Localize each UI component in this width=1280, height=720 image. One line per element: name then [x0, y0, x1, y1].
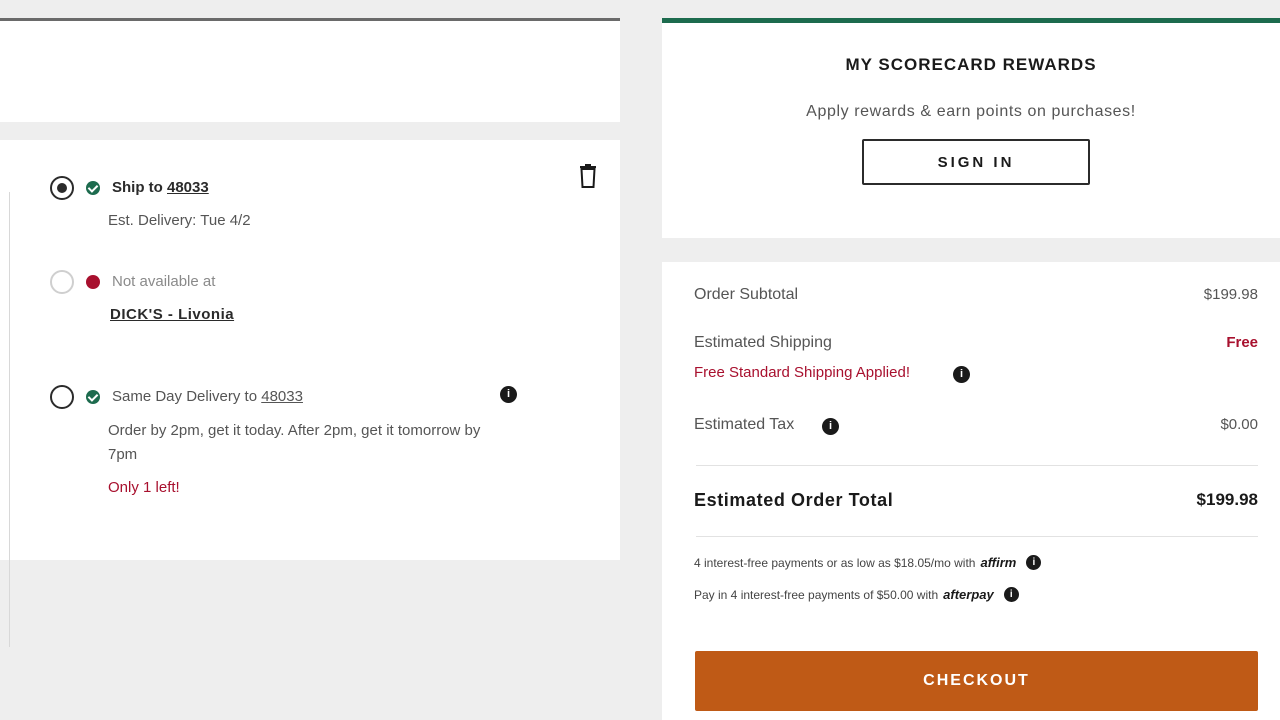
- order-summary-card: Order Subtotal $199.98 Estimated Shippin…: [662, 262, 1280, 720]
- checkout-button[interactable]: CHECKOUT: [695, 651, 1258, 711]
- same-day-zip-link[interactable]: 48033: [261, 388, 303, 405]
- afterpay-logo: afterpay: [943, 587, 994, 602]
- order-total-label: Estimated Order Total: [694, 490, 894, 510]
- cart-item-header-card: [0, 18, 620, 122]
- ship-to-label: Ship to 48033: [112, 179, 209, 196]
- afterpay-text: Pay in 4 interest-free payments of $50.0…: [694, 587, 939, 602]
- affirm-logo: affirm: [980, 555, 1017, 570]
- affirm-message: 4 interest-free payments or as low as $1…: [694, 555, 1042, 570]
- shipping-value: Free: [1226, 334, 1258, 351]
- ship-zip-link[interactable]: 48033: [167, 179, 209, 196]
- pickup-label: Not available at: [112, 273, 216, 290]
- low-stock-message: Only 1 left!: [108, 479, 180, 496]
- sign-in-button[interactable]: SIGN IN: [862, 139, 1090, 185]
- subtotal-label: Order Subtotal: [694, 286, 799, 303]
- info-icon[interactable]: i: [500, 386, 517, 403]
- order-total-value: $199.98: [1196, 490, 1258, 509]
- shipping-info-icon[interactable]: i: [953, 366, 970, 383]
- rewards-title: MY SCORECARD REWARDS: [845, 55, 1097, 74]
- same-day-label: Same Day Delivery to 48033: [112, 388, 303, 405]
- afterpay-message: Pay in 4 interest-free payments of $50.0…: [694, 587, 1019, 602]
- tax-label: Estimated Tax: [694, 416, 795, 433]
- same-day-radio[interactable]: [50, 385, 74, 409]
- trash-icon[interactable]: [578, 164, 598, 188]
- scorecard-rewards-card: MY SCORECARD REWARDS Apply rewards & ear…: [662, 18, 1280, 238]
- shipping-label: Estimated Shipping: [694, 334, 832, 351]
- subtotal-value: $199.98: [1203, 286, 1258, 303]
- divider: [696, 536, 1258, 537]
- store-link[interactable]: DICK'S - Livonia: [110, 306, 234, 323]
- ship-radio[interactable]: [50, 176, 74, 200]
- divider: [9, 192, 10, 647]
- available-check-icon: [86, 181, 100, 195]
- affirm-text: 4 interest-free payments or as low as $1…: [694, 555, 976, 570]
- cart-page: Ship to 48033 Est. Delivery: Tue 4/2 Not…: [0, 0, 1280, 720]
- afterpay-info-icon[interactable]: i: [1003, 587, 1019, 602]
- available-check-icon: [86, 390, 100, 404]
- same-day-prefix: Same Day Delivery to: [112, 388, 258, 405]
- shipping-promo: Free Standard Shipping Applied!: [694, 364, 910, 381]
- divider: [696, 465, 1258, 466]
- rewards-subtitle: Apply rewards & earn points on purchases…: [806, 103, 1136, 120]
- unavailable-icon: [86, 275, 100, 289]
- same-day-description: Order by 2pm, get it today. After 2pm, g…: [108, 422, 481, 463]
- tax-value: $0.00: [1220, 416, 1258, 433]
- delivery-estimate: Est. Delivery: Tue 4/2: [108, 212, 251, 229]
- affirm-info-icon[interactable]: i: [1026, 555, 1042, 570]
- tax-info-icon[interactable]: i: [822, 418, 839, 435]
- ship-to-prefix: Ship to: [112, 179, 163, 196]
- fulfillment-options-card: Ship to 48033 Est. Delivery: Tue 4/2 Not…: [0, 140, 620, 647]
- pickup-radio: [50, 270, 74, 294]
